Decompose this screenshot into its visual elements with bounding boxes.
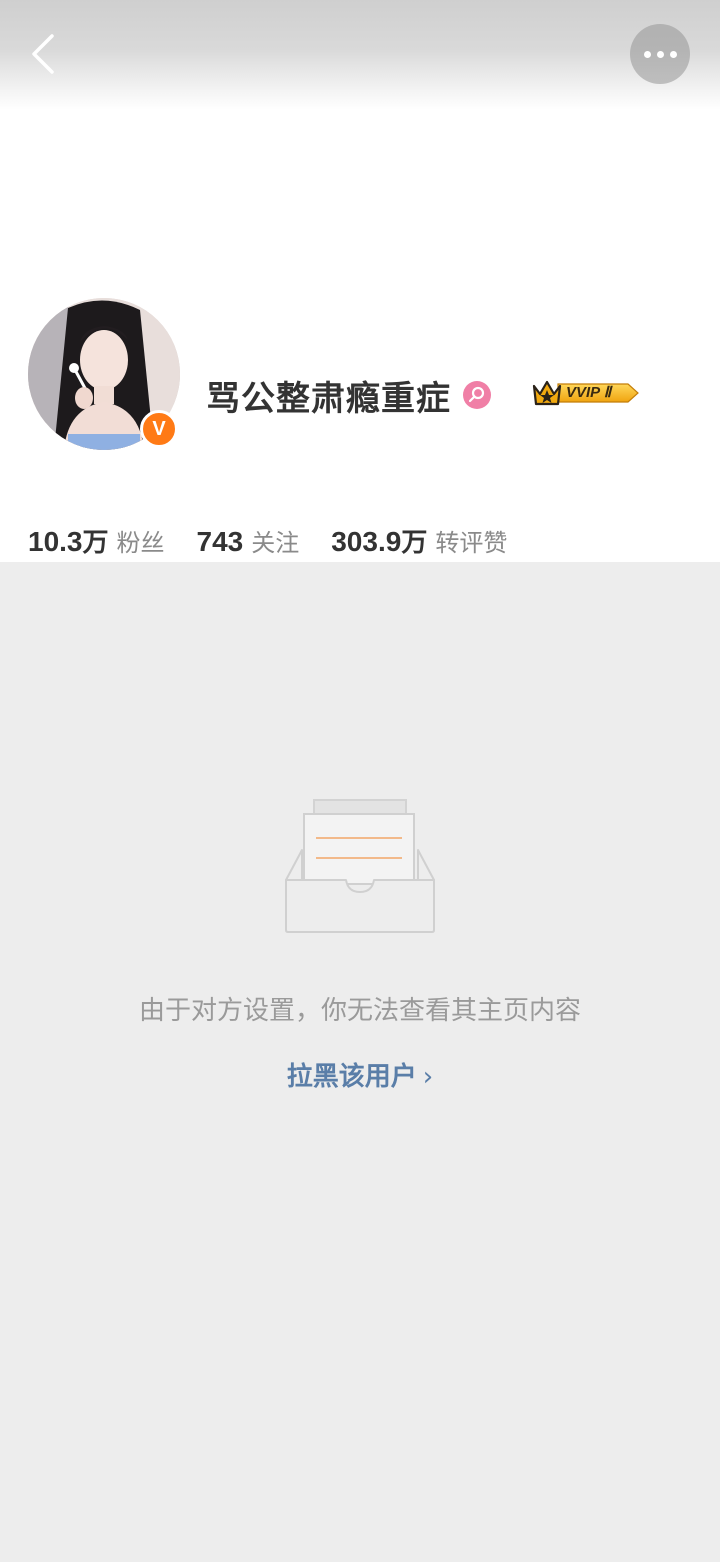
verified-badge: V — [140, 410, 178, 448]
stat-unit: 万 — [401, 528, 428, 558]
stat-number: 10.3 — [28, 526, 83, 557]
stat-number: 743 — [196, 526, 244, 557]
stat-following[interactable]: 743 关注 — [197, 523, 300, 558]
empty-state-message: 由于对方设置，你无法查看其主页内容 — [138, 996, 581, 1026]
female-icon — [463, 381, 491, 409]
more-options-button[interactable] — [630, 24, 690, 84]
vip-badge[interactable]: VVIP Ⅱ — [530, 376, 640, 410]
content-area: 由于对方设置，你无法查看其主页内容 拉黑该用户 › — [0, 562, 720, 1562]
stat-number: 303.9 — [331, 526, 402, 557]
block-user-label: 拉黑该用户 — [286, 1062, 417, 1092]
empty-inbox-icon — [282, 798, 438, 936]
stat-label: 关注 — [251, 529, 300, 557]
avatar-container[interactable]: V — [28, 298, 180, 450]
profile-page: V 骂公整肃瘾重症 VVIP Ⅱ 10.3 万 粉丝 743 关注 303.9 … — [0, 0, 720, 1562]
more-dots-icon — [643, 50, 651, 58]
block-user-link[interactable]: 拉黑该用户 › — [0, 1056, 720, 1093]
header-bar — [0, 0, 720, 110]
chevron-right-icon: › — [422, 1062, 434, 1092]
more-dot — [669, 50, 677, 58]
stat-label: 粉丝 — [116, 529, 165, 557]
stat-followers[interactable]: 10.3 万 粉丝 — [28, 522, 165, 559]
chevron-left-icon — [32, 34, 54, 74]
stats-row: 10.3 万 粉丝 743 关注 303.9 万 转评赞 — [28, 522, 539, 562]
user-name: 骂公整肃瘾重症 — [206, 378, 451, 419]
more-dot — [656, 50, 664, 58]
verified-badge-label: V — [152, 417, 166, 440]
vip-badge-text: VVIP Ⅱ — [566, 384, 612, 401]
stat-label: 转评赞 — [435, 529, 508, 557]
stat-unit: 万 — [82, 528, 109, 558]
stat-interactions[interactable]: 303.9 万 转评赞 — [331, 522, 507, 559]
name-row: 骂公整肃瘾重症 — [206, 370, 491, 420]
back-button[interactable] — [22, 30, 62, 78]
